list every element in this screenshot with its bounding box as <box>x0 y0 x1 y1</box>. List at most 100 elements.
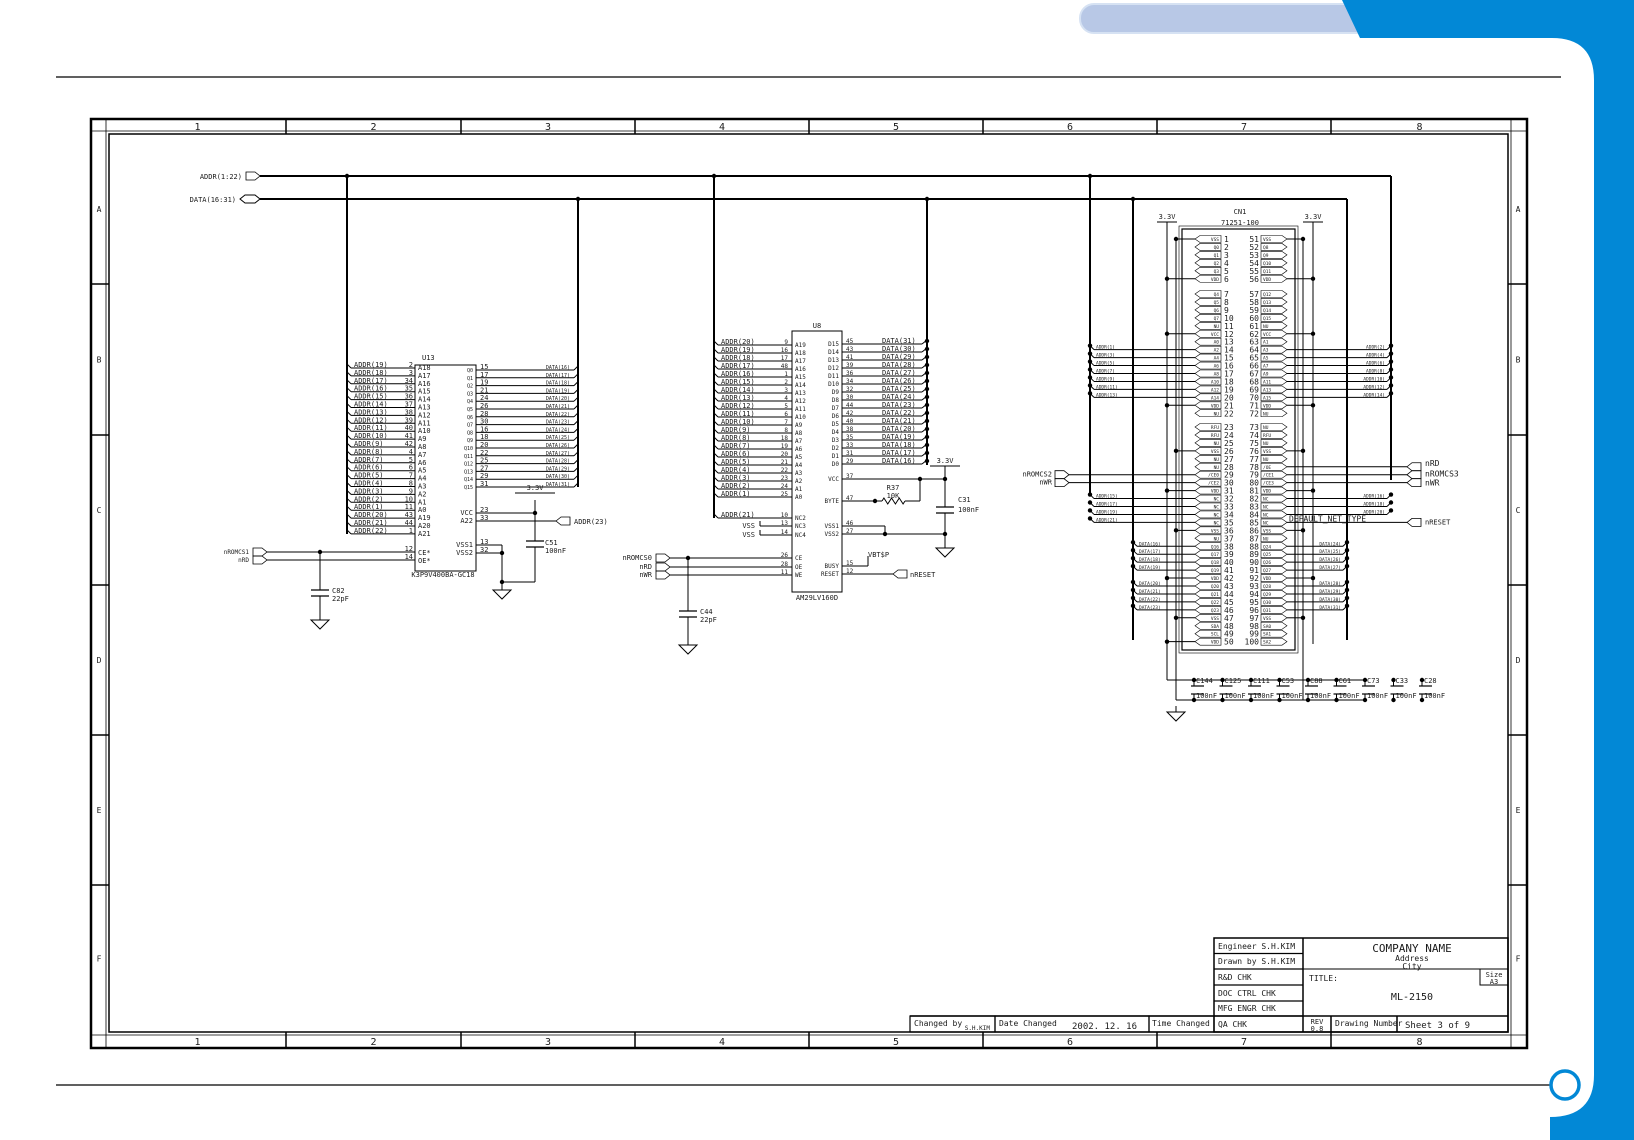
pin-number: 50 <box>1224 638 1234 647</box>
pin-name: Q30 <box>1263 600 1271 606</box>
net-label: DATA(26) <box>882 377 916 385</box>
cap-ref: C28 <box>1424 677 1437 685</box>
pin-number: 21 <box>480 386 488 394</box>
net-label: ADDR(7) <box>721 442 751 450</box>
junction-dot <box>1087 492 1093 497</box>
net-label: ADDR(6) <box>721 450 751 458</box>
column-label: 1 <box>194 1037 200 1048</box>
port-label: nRD <box>238 557 249 564</box>
pin-name: Q10 <box>1263 261 1271 267</box>
pin-name: /CE2 <box>1208 481 1219 487</box>
pin-name: NC <box>1263 512 1269 518</box>
pin-name: SA2 <box>1263 640 1271 646</box>
pin-number: 13 <box>480 538 488 546</box>
port-symbol <box>252 555 268 565</box>
pin-name: A12 <box>1211 387 1219 393</box>
pin-number: 26 <box>781 552 789 559</box>
pin-number: 24 <box>781 483 789 490</box>
port-symbol <box>245 171 261 181</box>
net-label: DATA(23) <box>1139 605 1161 611</box>
pin-name: A2 <box>795 478 803 485</box>
pin-number: 19 <box>480 379 488 387</box>
pin-name: VDD <box>1263 576 1271 582</box>
column-label: 6 <box>1067 122 1073 133</box>
pin-name: D2 <box>832 445 840 452</box>
pin-number: 16 <box>781 347 789 354</box>
cn1-part: 71251-100 <box>1221 219 1259 227</box>
pin-name: A19 <box>418 514 431 522</box>
pin-name: VSS1 <box>825 523 840 530</box>
pin-number: 28 <box>781 561 789 568</box>
pin-name: BUSY <box>825 563 840 570</box>
title-field: MFG ENGR CHK <box>1218 1004 1276 1013</box>
net-label: C82 <box>332 587 345 595</box>
pin-name: VSS <box>1263 237 1271 243</box>
junction-dot <box>924 434 930 440</box>
pin-name: NC <box>1263 497 1269 503</box>
net-label: DATA(30) <box>1319 597 1341 603</box>
pin-name: D12 <box>828 365 839 372</box>
net-label: ADDR(11) <box>1096 384 1118 390</box>
pin-name: A4 <box>418 475 426 483</box>
pin-name: Q27 <box>1263 568 1271 574</box>
net-label: DATA(23) <box>546 420 570 426</box>
pin-name: OE* <box>418 557 431 565</box>
cap-ref: C73 <box>1367 677 1380 685</box>
port-label: nRD <box>1425 459 1440 468</box>
net-label: ADDR(4) <box>1366 353 1385 359</box>
net-label: ADDR(20) <box>1363 509 1385 515</box>
cap-value: 100nF <box>1367 692 1388 700</box>
port-label: nRESET <box>1425 518 1451 526</box>
pin-name: Q20 <box>1211 584 1219 590</box>
pin-name: Q24 <box>1263 544 1271 550</box>
pin-number: 30 <box>480 418 488 426</box>
net-label: DATA(21) <box>882 417 916 425</box>
pin-name: NC <box>1263 505 1269 511</box>
pin-name: Q13 <box>1263 300 1271 306</box>
net-label: ADDR(17) <box>354 377 388 385</box>
pin-name: VCC <box>828 476 839 483</box>
junction-dot <box>942 531 948 537</box>
pin-name: SDA <box>1211 624 1219 630</box>
port-label: nROMCS2 <box>1022 471 1052 479</box>
cap-ref: C53 <box>1282 677 1295 685</box>
title-field: QA CHK <box>1218 1020 1247 1029</box>
pin-name: Q19 <box>1211 568 1219 574</box>
junction-dot <box>1164 639 1170 644</box>
pin-name: A17 <box>795 358 806 365</box>
pin-name: A8 <box>795 430 803 437</box>
net-label: DATA(31) <box>1319 605 1341 611</box>
junction-dot <box>1300 448 1306 454</box>
pin-name: VDD <box>1211 489 1219 495</box>
net-label: ADDR(21) <box>354 519 388 527</box>
junction-dot <box>924 346 930 352</box>
junction-dot <box>924 338 930 344</box>
pin-name: Q10 <box>464 446 473 452</box>
pin-name: A16 <box>795 366 806 373</box>
drawing-title: ML-2150 <box>1391 992 1433 1003</box>
pin-name: Q5 <box>467 407 473 413</box>
net-label: ADDR(16) <box>354 385 388 393</box>
pin-number: 9 <box>784 339 788 346</box>
addr-bus-port-label: ADDR(1:22) <box>200 173 242 181</box>
pin-name: A5 <box>1263 356 1269 362</box>
net-label: DATA(18) <box>1139 557 1161 563</box>
row-label: E <box>1516 806 1521 815</box>
resistor-ref: R37 <box>887 484 900 492</box>
pin-name: NU <box>1214 324 1220 330</box>
pin-name: RFU <box>1211 425 1219 431</box>
pin-name: VSS2 <box>825 531 840 538</box>
net-label: ADDR(19) <box>721 346 755 354</box>
net-label: DATA(20) <box>546 396 570 402</box>
net-label: VSS <box>742 531 755 539</box>
pin-number: 48 <box>781 363 789 370</box>
net-label: ADDR(10) <box>721 418 755 426</box>
net-label: ADDR(4) <box>721 466 751 474</box>
column-label: 3 <box>545 122 551 133</box>
pin-name: NU <box>1263 457 1269 463</box>
pin-name: VSS <box>1263 528 1271 534</box>
junction-dot <box>1130 595 1136 601</box>
junction-dot <box>924 410 930 416</box>
pin-name: NU <box>1214 411 1220 417</box>
supply-label: 3.3V <box>1159 213 1177 221</box>
